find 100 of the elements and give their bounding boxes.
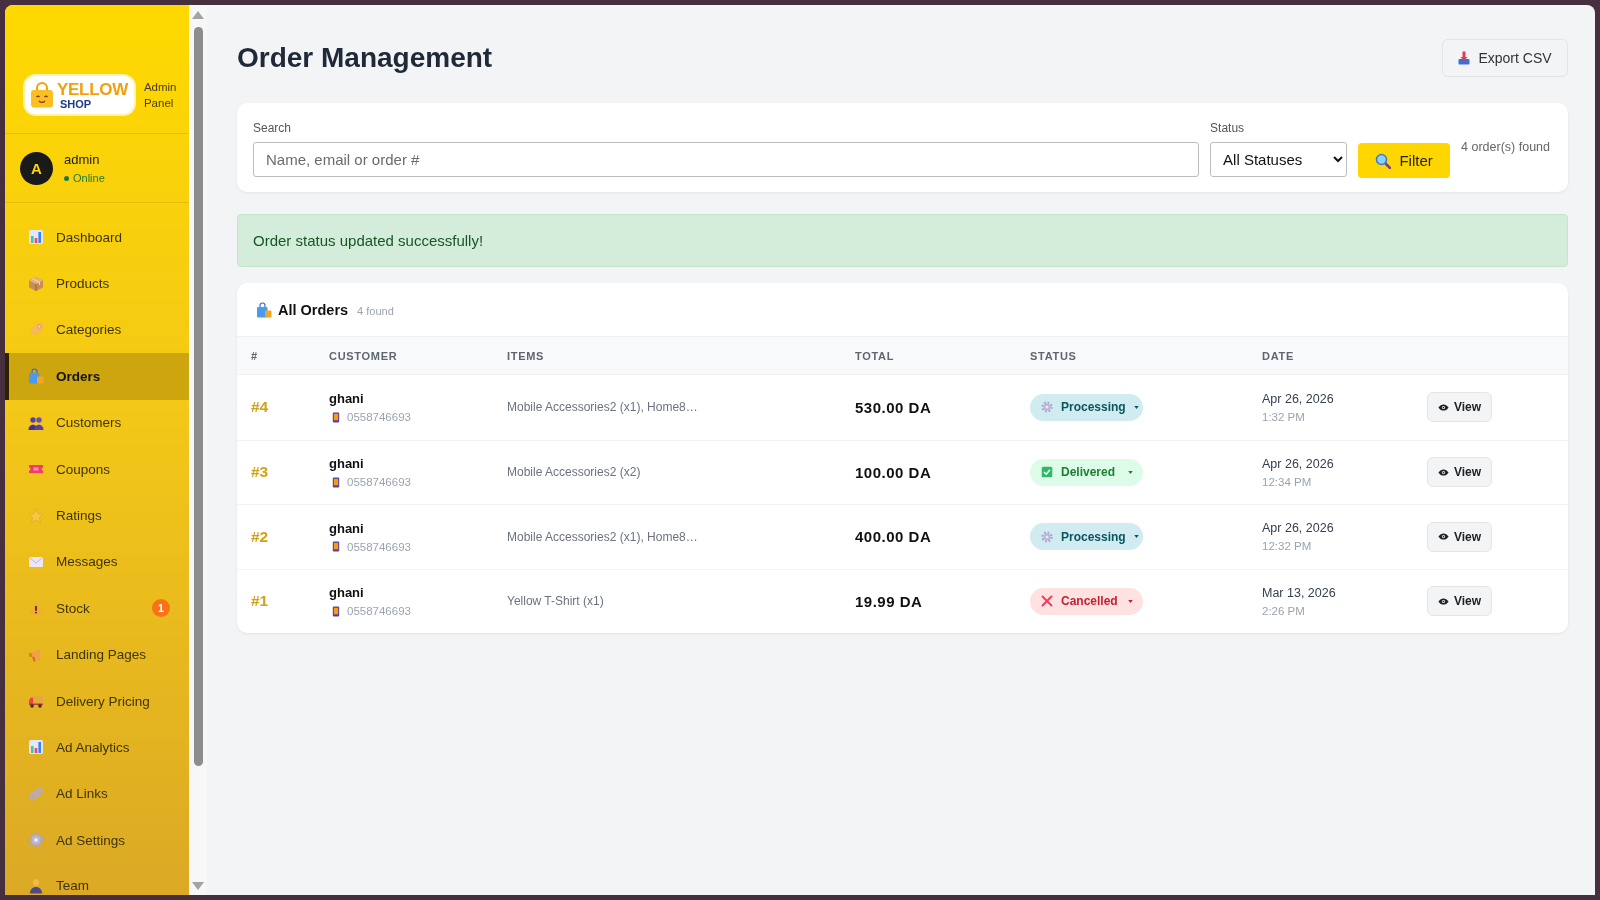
order-items: Mobile Accessories2 (x1), Home8… — [507, 400, 698, 415]
caret-icon — [1133, 405, 1139, 409]
user-status: Online — [73, 172, 105, 184]
sidebar-item[interactable]: Orders — [5, 353, 189, 400]
view-button[interactable]: View — [1427, 586, 1492, 617]
search-icon — [1375, 152, 1392, 169]
status-dropdown[interactable]: Cancelled — [1030, 587, 1143, 615]
shopping-bag-icon — [30, 82, 54, 108]
view-button[interactable]: View — [1427, 521, 1492, 552]
order-time: 12:32 PM — [1262, 540, 1312, 553]
status-dot-icon — [64, 175, 69, 181]
gear-icon — [1041, 401, 1053, 414]
column-header: ITEMS — [507, 349, 545, 362]
view-button[interactable]: View — [1427, 392, 1492, 423]
package-icon — [28, 275, 44, 292]
logo-subtitle: SHOP — [59, 98, 93, 110]
sidebar-item[interactable]: Ad Links — [5, 770, 189, 818]
person-icon — [28, 878, 44, 895]
gear-icon — [28, 832, 44, 849]
sidebar-item[interactable]: Categories — [5, 306, 189, 354]
status-select[interactable]: All Statuses — [1210, 142, 1348, 177]
count-badge: 1 — [152, 599, 170, 618]
download-tray-icon — [1458, 51, 1471, 65]
caret-icon — [1128, 470, 1133, 474]
status-dropdown[interactable]: Processing — [1030, 393, 1143, 421]
order-time: 12:34 PM — [1262, 475, 1312, 488]
mobile-phone-icon — [332, 605, 340, 617]
star-icon — [28, 507, 44, 524]
search-field[interactable]: Name, email or order # — [253, 142, 1200, 177]
column-header: TOTAL — [855, 349, 895, 362]
eye-icon — [1437, 403, 1449, 411]
order-date: Apr 26, 2026 — [1262, 521, 1334, 536]
order-items: Mobile Accessories2 (x1), Home8… — [507, 529, 698, 544]
sidebar-item[interactable]: Coupons — [5, 445, 189, 493]
shopping-bags-icon — [256, 301, 272, 318]
user-name: admin — [64, 152, 101, 167]
caret-icon — [1133, 535, 1139, 539]
panel-title: All Orders — [278, 301, 349, 318]
order-number: #2 — [251, 527, 269, 546]
sidebar-item[interactable]: Delivery Pricing — [5, 677, 189, 725]
order-total: 400.00 DA — [855, 528, 932, 546]
column-header: # — [251, 349, 258, 362]
sidebar-item[interactable]: Team — [5, 863, 189, 895]
result-count: 4 found — [357, 304, 394, 317]
eye-icon — [1437, 468, 1449, 476]
customer-phone: 0558746693 — [347, 605, 411, 618]
status-dropdown[interactable]: Processing — [1030, 523, 1143, 551]
mobile-phone-icon — [332, 541, 340, 553]
eye-icon — [1437, 597, 1449, 605]
order-total: 530.00 DA — [855, 398, 932, 416]
avatar: A — [20, 151, 53, 185]
sidebar-item[interactable]: Ad Analytics — [5, 724, 189, 771]
sidebar-item[interactable]: Messages — [5, 538, 189, 586]
order-number: #3 — [251, 463, 269, 482]
order-date: Mar 13, 2026 — [1262, 585, 1336, 600]
eye-icon — [1437, 533, 1449, 541]
sidebar-item[interactable]: Ratings — [5, 492, 189, 539]
customer-name: ghani — [329, 456, 364, 472]
export-csv-button[interactable]: Export CSV — [1442, 39, 1568, 77]
sidebar-item[interactable]: Landing Pages — [5, 631, 189, 678]
tag-icon — [28, 321, 44, 338]
sidebar-item[interactable]: Dashboard — [5, 214, 189, 261]
column-header: CUSTOMER — [329, 349, 398, 362]
shopping-bags-icon — [28, 368, 44, 385]
success-alert: Order status updated successfully! — [237, 214, 1568, 267]
cross-icon — [1041, 595, 1053, 608]
sidebar-item[interactable]: Stock 1 — [5, 585, 189, 632]
order-time: 1:32 PM — [1262, 410, 1305, 423]
result-count: 4 order(s) found — [1461, 139, 1550, 154]
sidebar-item[interactable]: Customers — [5, 399, 189, 446]
page-title: Order Management — [237, 42, 493, 74]
scroll-down-icon — [192, 882, 204, 890]
logo-title: YELLOW — [57, 80, 128, 98]
scroll-up-icon — [192, 11, 204, 19]
customer-name: ghani — [329, 585, 364, 601]
sidebar-item[interactable]: Ad Settings — [5, 817, 189, 864]
field-label: Search — [253, 121, 293, 135]
view-button[interactable]: View — [1427, 457, 1492, 488]
customer-name: ghani — [329, 520, 364, 536]
link-icon — [28, 785, 44, 802]
warning-icon — [28, 600, 44, 617]
order-time: 2:26 PM — [1262, 604, 1305, 617]
gear-icon — [1041, 530, 1053, 543]
order-number: #1 — [251, 592, 269, 611]
scrollbar-thumb[interactable] — [193, 27, 203, 766]
scrollbar[interactable] — [189, 5, 207, 895]
bar-chart-icon — [28, 229, 44, 246]
field-label: Status — [1210, 121, 1246, 135]
panel-subtitle: Admin Panel — [143, 79, 177, 111]
mobile-phone-icon — [332, 411, 340, 423]
customer-phone: 0558746693 — [347, 411, 411, 424]
caret-icon — [1128, 599, 1133, 603]
checkbox-icon — [1041, 466, 1053, 479]
status-dropdown[interactable]: Delivered — [1030, 458, 1143, 486]
people-icon — [28, 414, 44, 431]
column-header: DATE — [1262, 349, 1294, 362]
filter-button[interactable]: Filter — [1358, 143, 1451, 178]
order-number: #4 — [251, 398, 269, 417]
customer-name: ghani — [329, 391, 364, 407]
sidebar-item[interactable]: Products — [5, 260, 189, 307]
